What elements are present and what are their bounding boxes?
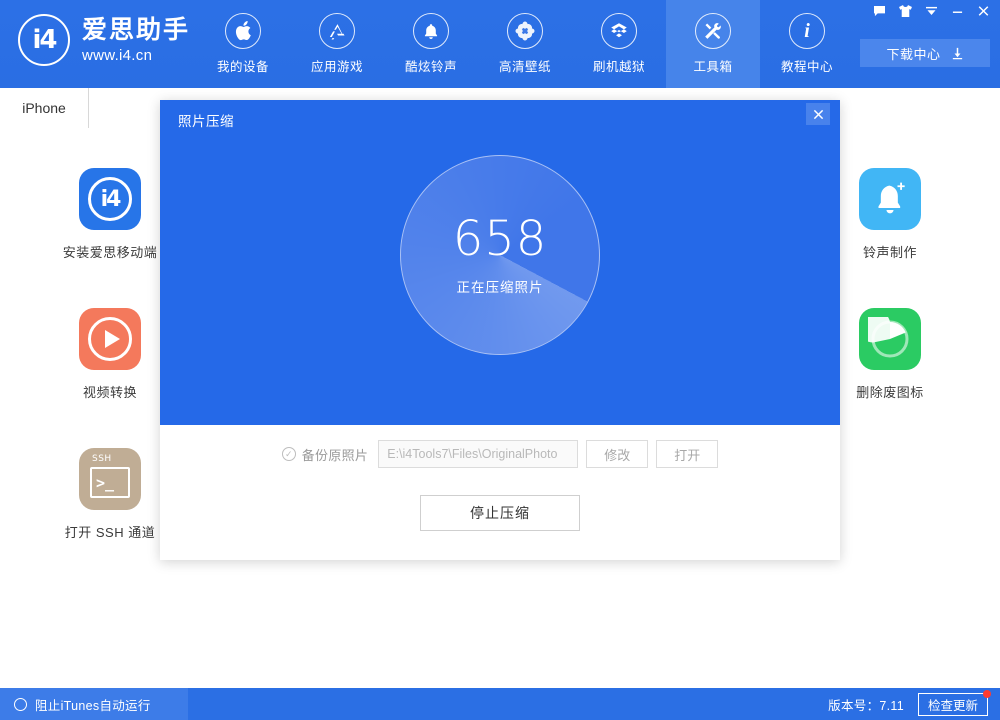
ssh-terminal-icon: SSH>_ [79, 448, 141, 510]
brand-text: 爱思助手 www.i4.cn [82, 18, 190, 63]
bell-plus-icon [859, 168, 921, 230]
nav-item-flash-jailbreak[interactable]: 刷机越狱 [572, 0, 666, 88]
nav-label: 应用游戏 [311, 56, 363, 75]
compression-status-text: 正在压缩照片 [457, 276, 544, 296]
nav-item-wallpapers[interactable]: 高清壁纸 [478, 0, 572, 88]
photo-compression-dialog: 照片压缩 658 正在压缩照片 ✓ 备份原照片 [160, 100, 840, 560]
pie-chart-icon [859, 308, 921, 370]
nav-item-tutorials[interactable]: i 教程中心 [760, 0, 854, 88]
dialog-header-area: 照片压缩 658 正在压缩照片 [160, 100, 840, 425]
nav-label: 工具箱 [693, 56, 732, 75]
check-update-label: 检查更新 [928, 695, 978, 714]
nav-item-apps-games[interactable]: 应用游戏 [290, 0, 384, 88]
minimize-icon[interactable] [944, 0, 970, 22]
nav-item-toolbox[interactable]: 工具箱 [666, 0, 760, 88]
download-arrow-icon [951, 47, 964, 60]
appstore-icon [319, 13, 355, 49]
i4-logo-mark: i4 [32, 25, 55, 55]
app-header: i4 爱思助手 www.i4.cn 我的设备 应用游戏 [0, 0, 1000, 88]
update-badge-dot [983, 690, 991, 698]
apple-icon [225, 13, 261, 49]
backup-checkbox-label: 备份原照片 [302, 445, 369, 464]
spinner-text-group: 658 正在压缩照片 [400, 155, 600, 355]
brand-logo[interactable]: i4 爱思助手 www.i4.cn [18, 14, 190, 66]
chevron-down-icon[interactable] [918, 0, 944, 22]
bell-icon [413, 13, 449, 49]
tool-label: 打开 SSH 通道 [65, 522, 155, 541]
window-controls [866, 0, 996, 22]
nav-label: 高清壁纸 [499, 56, 551, 75]
skin-icon[interactable] [892, 0, 918, 22]
brand-name: 爱思助手 [82, 18, 190, 43]
backup-checkbox[interactable]: ✓ [282, 447, 296, 461]
nav-label: 我的设备 [217, 56, 269, 75]
nav-label: 教程中心 [781, 56, 833, 75]
tool-label: 安装爱思移动端 [63, 242, 158, 261]
version-label: 版本号：7.11 [828, 695, 904, 714]
brand-url: www.i4.cn [82, 48, 190, 63]
backup-path-input[interactable] [378, 440, 578, 468]
toolbox-content: i4 安装爱思移动端 视频转换 SSH>_ 打开 SSH 通道 [0, 128, 1000, 688]
i4tools-window: i4 爱思助手 www.i4.cn 我的设备 应用游戏 [0, 0, 1000, 720]
i4-app-icon: i4 [79, 168, 141, 230]
video-play-icon [79, 308, 141, 370]
nav-label: 刷机越狱 [593, 56, 645, 75]
backup-original-row: ✓ 备份原照片 修改 打开 [160, 440, 840, 468]
info-icon: i [789, 13, 825, 49]
tool-label: 删除废图标 [856, 382, 924, 401]
close-icon[interactable] [970, 0, 996, 22]
download-center-label: 下载中心 [886, 44, 940, 63]
compression-progress-spinner: 658 正在压缩照片 [400, 155, 600, 355]
block-itunes-label: 阻止iTunes自动运行 [35, 695, 151, 714]
dialog-footer-area: ✓ 备份原照片 修改 打开 停止压缩 [160, 425, 840, 560]
nav-item-my-device[interactable]: 我的设备 [196, 0, 290, 88]
open-box-icon [601, 13, 637, 49]
block-itunes-toggle[interactable]: 阻止iTunes自动运行 [0, 688, 188, 720]
dialog-close-icon[interactable] [806, 103, 830, 125]
tab-iphone[interactable]: iPhone [0, 88, 89, 128]
open-path-button[interactable]: 打开 [656, 440, 718, 468]
stop-compression-button[interactable]: 停止压缩 [420, 495, 580, 531]
status-bar: 阻止iTunes自动运行 版本号：7.11 检查更新 [0, 688, 1000, 720]
nav-label: 酷炫铃声 [405, 56, 457, 75]
tool-label: 视频转换 [83, 382, 137, 401]
i4-logo-icon: i4 [18, 14, 70, 66]
compressed-count: 658 [453, 215, 548, 263]
dialog-title: 照片压缩 [178, 110, 234, 130]
toggle-circle-icon [14, 698, 27, 711]
nav-item-ringtones[interactable]: 酷炫铃声 [384, 0, 478, 88]
modify-path-button[interactable]: 修改 [586, 440, 648, 468]
main-navigation: 我的设备 应用游戏 酷炫铃声 [196, 0, 854, 88]
tab-label: iPhone [22, 100, 66, 116]
status-bar-right: 版本号：7.11 检查更新 [828, 693, 1000, 716]
tool-label: 铃声制作 [863, 242, 917, 261]
feedback-icon[interactable] [866, 0, 892, 22]
check-update-button[interactable]: 检查更新 [918, 693, 988, 716]
download-center-button[interactable]: 下载中心 [860, 39, 990, 67]
wrench-screwdriver-icon [695, 13, 731, 49]
flower-icon [507, 13, 543, 49]
